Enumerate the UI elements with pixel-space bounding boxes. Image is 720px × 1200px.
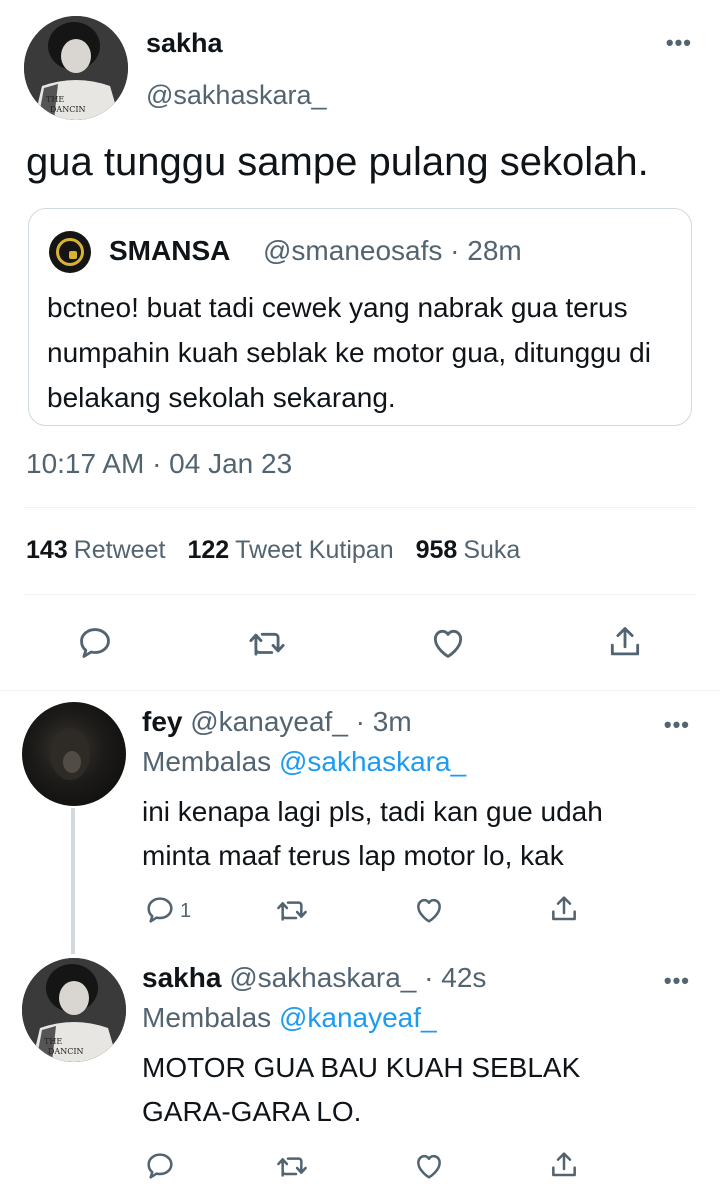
share-icon[interactable] [548,892,580,926]
replying-to-handle[interactable]: @sakhaskara_ [279,746,466,777]
quoted-tweet[interactable]: SMANSA @smaneosafs · 28m bctneo! buat ta… [28,208,692,426]
avatar-photo [50,728,90,780]
replying-to: Membalas @sakhaskara_ [142,746,466,778]
quote-label[interactable]: Tweet Kutipan [235,536,393,564]
reply-text-line: ini kenapa lagi pls, tadi kan gue udah [142,796,603,827]
quote-count[interactable]: 122 [187,536,229,564]
tweet-stats: 143 Retweet 122 Tweet Kutipan 958 Suka [26,536,542,565]
divider [24,594,696,595]
like-label[interactable]: Suka [463,536,520,564]
replying-label: Membalas [142,1002,272,1033]
like-icon[interactable] [412,1150,446,1182]
reply-author-meta[interactable]: @kanayeaf_ · 3m [190,706,411,737]
retweet-icon[interactable] [274,1150,310,1182]
reply-text: ini kenapa lagi pls, tadi kan gue udah m… [142,790,702,878]
svg-text:THE: THE [46,95,64,104]
reply-avatar[interactable] [22,702,126,806]
retweet-icon[interactable] [274,894,310,926]
reply-text: MOTOR GUA BAU KUAH SEBLAK GARA-GARA LO. [142,1046,702,1134]
svg-text:DANCIN: DANCIN [48,1047,83,1056]
reply-icon[interactable] [144,1150,176,1182]
reply-icon[interactable] [144,894,176,926]
like-icon[interactable] [428,624,468,662]
tweet-timestamp[interactable]: 10:17 AM · 04 Jan 23 [26,448,292,480]
author-handle[interactable]: @sakhaskara_ [146,80,327,111]
reply-header: sakha @sakhaskara_ · 42s [142,962,486,994]
reply-text-line: minta maaf terus lap motor lo, kak [142,840,564,871]
quoted-author-meta: @smaneosafs · 28m [263,235,522,266]
svg-text:THE: THE [44,1037,62,1046]
reply-author-name[interactable]: sakha [142,962,221,993]
school-logo-icon [49,231,91,273]
tweet-text: gua tunggu sampe pulang sekolah. [26,140,649,184]
avatar-photo: THE DANCIN [24,16,128,120]
more-icon[interactable]: ••• [664,968,690,994]
retweet-label[interactable]: Retweet [74,536,166,564]
reply-avatar[interactable]: THE DANCIN [22,958,126,1062]
retweet-icon[interactable] [246,624,288,662]
more-icon[interactable]: ••• [664,712,690,738]
author-avatar[interactable]: THE DANCIN [24,16,128,120]
replying-to: Membalas @kanayeaf_ [142,1002,437,1034]
svg-text:DANCIN: DANCIN [50,105,85,114]
quoted-tweet-text: bctneo! buat tadi cewek yang nabrak gua … [47,292,651,413]
divider [0,690,720,691]
avatar-photo: THE DANCIN [22,958,126,1062]
share-icon[interactable] [606,622,644,662]
reply-header: fey @kanayeaf_ · 3m [142,706,412,738]
retweet-count[interactable]: 143 [26,536,68,564]
reply-text-line: MOTOR GUA BAU KUAH SEBLAK [142,1052,581,1083]
reply-author-meta[interactable]: @sakhaskara_ · 42s [229,962,486,993]
reply-author-name[interactable]: fey [142,706,182,737]
reply-icon[interactable] [76,624,114,662]
author-name[interactable]: sakha [146,28,223,59]
replying-label: Membalas [142,746,272,777]
reply-count: 1 [180,900,192,922]
thread-line [71,808,75,954]
share-icon[interactable] [548,1148,580,1182]
replying-to-handle[interactable]: @kanayeaf_ [279,1002,437,1033]
reply-text-line: GARA-GARA LO. [142,1096,362,1127]
more-icon[interactable]: ••• [666,30,692,56]
like-count[interactable]: 958 [416,536,458,564]
divider [24,507,696,508]
quoted-author-name: SMANSA [109,235,231,266]
like-icon[interactable] [412,894,446,926]
